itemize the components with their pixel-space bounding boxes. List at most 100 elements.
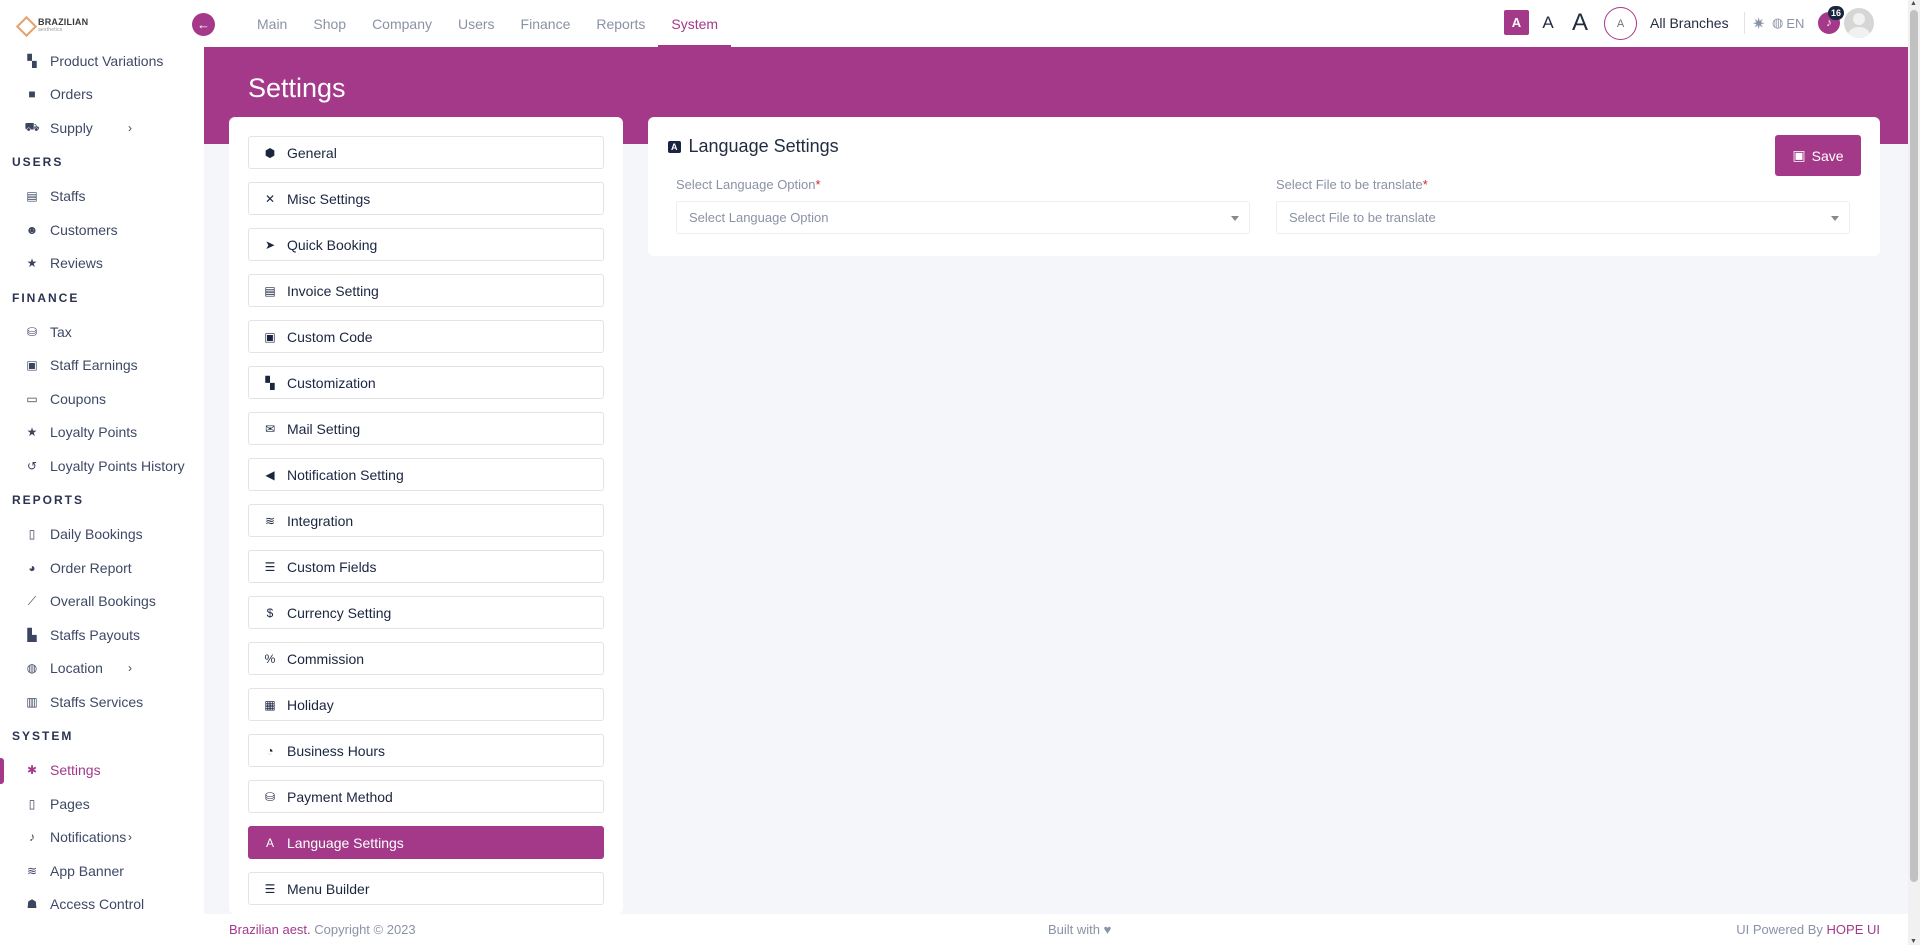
- sidebar-item-product-variations[interactable]: ▚ Product Variations: [0, 44, 204, 78]
- settings-menu-currency-setting[interactable]: $ Currency Setting: [248, 596, 604, 629]
- file-translate-select[interactable]: Select File to be translate: [1276, 201, 1850, 234]
- sidebar-item-pages[interactable]: ▯ Pages: [0, 787, 204, 821]
- sidebar-item-orders[interactable]: ■ Orders: [0, 78, 204, 112]
- save-button[interactable]: ▣ Save: [1775, 135, 1861, 176]
- clock-icon: ◔: [266, 743, 274, 758]
- sidebar-item-label: Staffs: [50, 188, 86, 205]
- sidebar-item-staff-earnings[interactable]: ▣ Staff Earnings: [0, 349, 204, 383]
- sidebar-item-settings[interactable]: ✱ Settings: [0, 754, 204, 788]
- sidebar-item-label: Staff Earnings: [50, 357, 138, 374]
- settings-menu-label: Currency Setting: [287, 604, 392, 621]
- hope-ui-link[interactable]: HOPE UI: [1827, 922, 1880, 937]
- settings-menu-misc-settings[interactable]: ✕ Misc Settings: [248, 182, 604, 215]
- sidebar-item-loyalty-points-history[interactable]: ↺ Loyalty Points History: [0, 449, 204, 483]
- sidebar-item-reviews[interactable]: ★ Reviews: [0, 247, 204, 281]
- settings-menu-commission[interactable]: % Commission: [248, 642, 604, 675]
- sidebar-item-label: Settings: [50, 762, 101, 779]
- scrollbar-thumb[interactable]: [1910, 10, 1918, 882]
- settings-menu-card: ⬢ General ✕ Misc Settings ➤ Quick Booking ▤ Inv…: [229, 117, 623, 914]
- file-icon: ▯: [28, 527, 36, 542]
- topbar-divider: [1744, 12, 1745, 34]
- settings-menu-label: Payment Method: [287, 788, 393, 805]
- settings-menu-payment-method[interactable]: ⛁ Payment Method: [248, 780, 604, 813]
- top-menu-users[interactable]: Users: [445, 0, 508, 47]
- branch-avatar[interactable]: A: [1604, 7, 1637, 40]
- globe-icon: ◍: [26, 661, 38, 676]
- sidebar-item-label: App Banner: [50, 862, 124, 879]
- file-code-icon: ▣: [264, 329, 276, 344]
- sidebar-toggle-button[interactable]: ←: [192, 13, 215, 36]
- truck-icon: ⛟: [24, 119, 40, 134]
- settings-menu-custom-code[interactable]: ▣ Custom Code: [248, 320, 604, 353]
- sidebar-item-customers[interactable]: ☻ Customers: [0, 213, 204, 247]
- settings-menu-holiday[interactable]: ▦ Holiday: [248, 688, 604, 721]
- sidebar-item-label: Staffs Services: [50, 693, 144, 710]
- top-menu-system[interactable]: System: [658, 0, 731, 47]
- gear-icon[interactable]: ✷: [1752, 14, 1765, 34]
- settings-menu-custom-fields[interactable]: ☰ Custom Fields: [248, 550, 604, 583]
- list-icon: ☰: [264, 559, 276, 574]
- settings-menu-label: Quick Booking: [287, 236, 378, 253]
- sidebar-item-label: Daily Bookings: [50, 526, 143, 543]
- font-size-medium-button[interactable]: A: [1536, 10, 1560, 35]
- sidebar-item-loyalty-points[interactable]: ★ Loyalty Points: [0, 416, 204, 450]
- sidebar-item-order-report[interactable]: ◕ Order Report: [0, 551, 204, 585]
- required-mark: *: [1422, 177, 1428, 192]
- font-size-small-button[interactable]: A: [1504, 10, 1529, 35]
- brand-tagline: aesthetics: [38, 27, 63, 33]
- scroll-down-icon[interactable]: ▼: [1910, 938, 1917, 945]
- sidebar-item-access-control[interactable]: ☗ Access Control: [0, 888, 204, 922]
- invoice-icon: ▤: [264, 283, 276, 298]
- coins-icon: ⛁: [264, 789, 276, 804]
- caret-down-icon: [1831, 216, 1839, 221]
- sidebar-item-notifications[interactable]: ♪ Notifications ›: [0, 821, 204, 855]
- footer-built-with: Built with ♥: [1048, 922, 1112, 937]
- sidebar-item-label: Pages: [50, 795, 90, 812]
- sidebar-item-app-banner[interactable]: ≋ App Banner: [0, 854, 204, 888]
- branch-selector[interactable]: All Branches: [1650, 15, 1729, 31]
- sidebar-item-coupons[interactable]: ▭ Coupons: [0, 382, 204, 416]
- sidebar-item-location[interactable]: ◍ Location ›: [0, 652, 204, 686]
- history-icon: ↺: [26, 458, 38, 473]
- footer-brand-link[interactable]: Brazilian aest.: [229, 922, 311, 937]
- language-selector[interactable]: ◍ EN: [1772, 15, 1804, 31]
- caret-down-icon: [1231, 216, 1239, 221]
- page-scrollbar[interactable]: ▲ ▼: [1908, 0, 1920, 945]
- language-option-select[interactable]: Select Language Option: [676, 201, 1250, 234]
- font-size-large-button[interactable]: A: [1566, 9, 1594, 36]
- top-menu-company[interactable]: Company: [359, 0, 445, 47]
- sidebar-item-daily-bookings[interactable]: ▯ Daily Bookings: [0, 518, 204, 552]
- scroll-up-icon[interactable]: ▲: [1910, 0, 1917, 7]
- settings-menu-quick-booking[interactable]: ➤ Quick Booking: [248, 228, 604, 261]
- settings-menu-mail-setting[interactable]: ✉ Mail Setting: [248, 412, 604, 445]
- settings-menu-customization[interactable]: ▚ Customization: [248, 366, 604, 399]
- settings-menu-invoice-setting[interactable]: ▤ Invoice Setting: [248, 274, 604, 307]
- settings-menu-notification-setting[interactable]: ◀ Notification Setting: [248, 458, 604, 491]
- sidebar-item-tax[interactable]: ⛁ Tax: [0, 315, 204, 349]
- settings-menu-label: Misc Settings: [287, 190, 371, 207]
- users-icon: ☻: [25, 222, 39, 237]
- settings-menu-menu-builder[interactable]: ☰ Menu Builder: [248, 872, 604, 905]
- sidebar-item-staffs-payouts[interactable]: ▙ Staffs Payouts: [0, 618, 204, 652]
- sidebar-item-overall-bookings[interactable]: ⟋ Overall Bookings: [0, 585, 204, 619]
- settings-menu-business-hours[interactable]: ◔ Business Hours: [248, 734, 604, 767]
- user-avatar[interactable]: [1844, 8, 1874, 38]
- settings-menu-integration[interactable]: ≋ Integration: [248, 504, 604, 537]
- top-menu-main[interactable]: Main: [244, 0, 300, 47]
- sidebar-item-supply[interactable]: ⛟ Supply ›: [0, 111, 204, 145]
- settings-menu-general[interactable]: ⬢ General: [248, 136, 604, 169]
- star-icon: ★: [26, 425, 38, 440]
- language-icon: A: [668, 140, 681, 153]
- settings-menu-language-settings[interactable]: A Language Settings: [248, 826, 604, 859]
- sidebar-item-label: Overall Bookings: [50, 593, 156, 610]
- required-mark: *: [815, 177, 821, 192]
- brand-logo[interactable]: BRAZILIAN aesthetics: [16, 14, 88, 36]
- top-menu-shop[interactable]: Shop: [300, 0, 359, 47]
- sidebar-item-label: Product Variations: [50, 52, 164, 69]
- top-menu-reports[interactable]: Reports: [583, 0, 658, 47]
- sidebar-section-finance: FINANCE: [12, 290, 80, 305]
- sidebar-item-staffs-services[interactable]: ▥ Staffs Services: [0, 685, 204, 719]
- sidebar-item-staffs[interactable]: ▤ Staffs: [0, 180, 204, 214]
- sliders-icon: ≋: [26, 863, 38, 878]
- top-menu-finance[interactable]: Finance: [508, 0, 584, 47]
